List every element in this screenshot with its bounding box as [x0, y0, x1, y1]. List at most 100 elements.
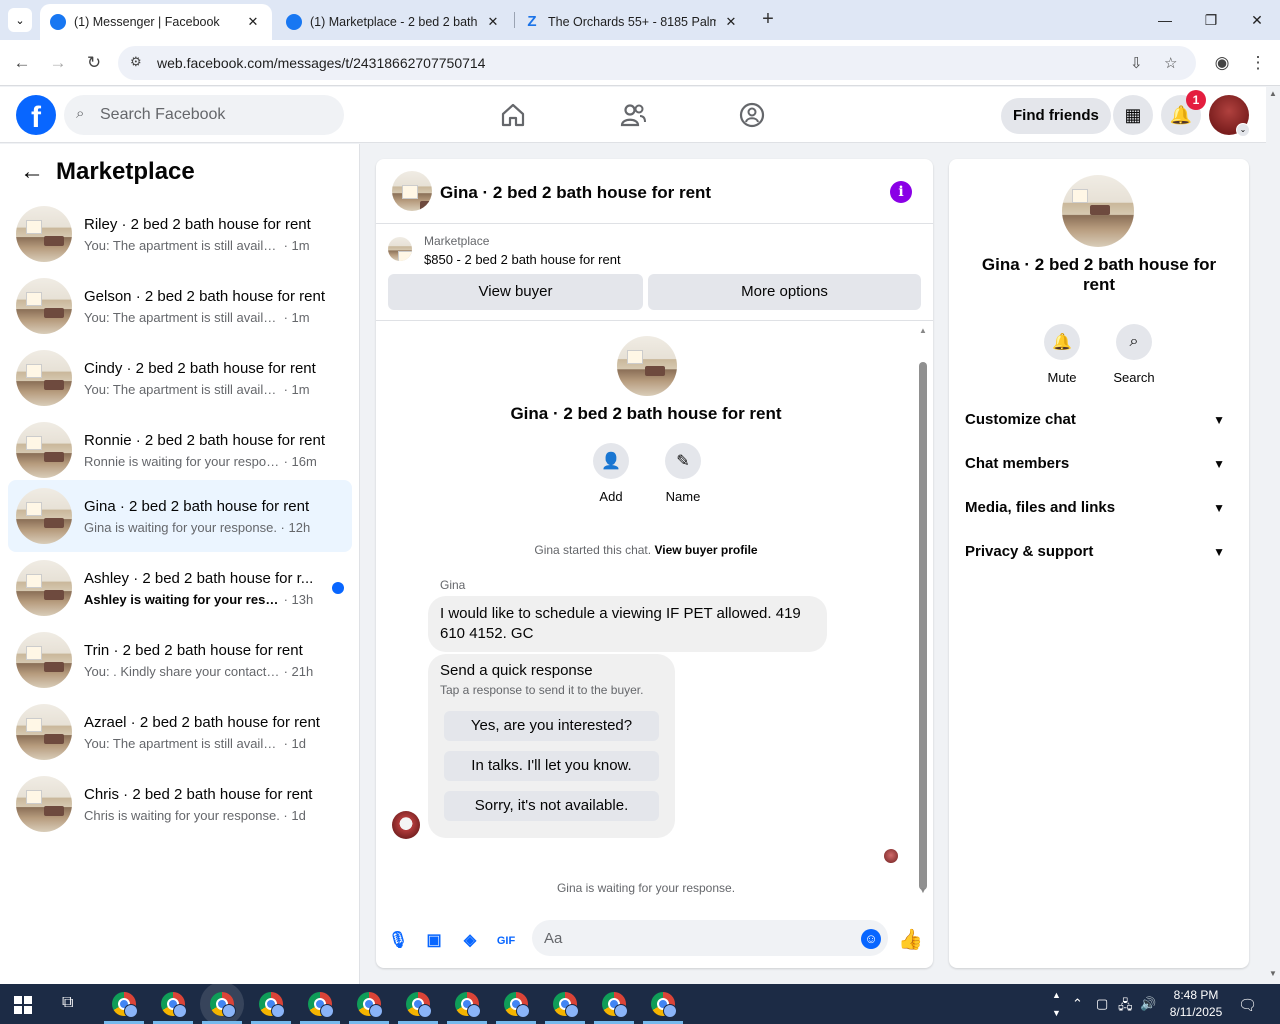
sticker-icon[interactable]: ◈ — [458, 929, 482, 953]
tab-search-button[interactable]: ⌄ — [8, 8, 32, 32]
tab-marketplace[interactable]: (1) Marketplace - 2 bed 2 bath h ✕ — [276, 4, 512, 40]
site-info-icon[interactable]: ⚙ — [130, 54, 142, 70]
scroll-up-icon[interactable]: ▲ — [919, 326, 927, 335]
pencil-icon[interactable]: ✎ — [665, 443, 701, 479]
back-icon[interactable]: ← — [9, 50, 35, 76]
windows-start-icon[interactable] — [14, 996, 32, 1014]
chat-scrollbar[interactable]: ▲ ▼ — [916, 324, 930, 899]
close-tab-icon[interactable]: ✕ — [484, 14, 502, 30]
url-text[interactable]: web.facebook.com/messages/t/243186627077… — [157, 55, 485, 71]
customize-chat-section[interactable]: Customize chat ▼ — [965, 400, 1233, 440]
taskbar-clock[interactable]: 8:48 PM 8/11/2025 — [1160, 987, 1232, 1021]
chrome-window-icon[interactable] — [406, 992, 432, 1018]
listing-price-title[interactable]: $850 - 2 bed 2 bath house for rent — [424, 252, 621, 267]
menu-kebab-icon[interactable]: ⋮ — [1245, 50, 1271, 76]
chrome-window-icon[interactable] — [602, 992, 628, 1018]
conversation-item-unread[interactable]: Ashley · 2 bed 2 bath house for r... Ash… — [8, 552, 352, 624]
task-view-icon[interactable]: ⧉ — [62, 994, 73, 1012]
new-tab-button[interactable]: + — [756, 8, 780, 32]
chrome-window-icon[interactable] — [553, 992, 579, 1018]
volume-icon[interactable]: 🔊 — [1140, 996, 1156, 1012]
mute-action[interactable]: 🔔 Mute — [1032, 324, 1092, 385]
photo-icon[interactable]: ▣ — [422, 929, 446, 953]
scroll-up-icon[interactable]: ▲ — [1269, 89, 1277, 98]
close-tab-icon[interactable]: ✕ — [722, 14, 740, 30]
chat-title[interactable]: Gina · 2 bed 2 bath house for rent — [440, 183, 711, 203]
back-arrow-icon[interactable]: ← — [20, 158, 44, 186]
chrome-window-icon[interactable] — [112, 992, 138, 1018]
conversation-item[interactable]: Gelson · 2 bed 2 bath house for rent You… — [8, 270, 352, 342]
chrome-window-icon[interactable] — [504, 992, 530, 1018]
facebook-logo-icon[interactable]: f — [16, 95, 56, 135]
quick-response-button[interactable]: Sorry, it's not available. — [444, 791, 659, 821]
chrome-window-icon[interactable] — [357, 992, 383, 1018]
install-app-icon[interactable]: ⇩ — [1130, 54, 1143, 72]
bell-icon[interactable]: 🔔 — [1044, 324, 1080, 360]
chat-avatar[interactable] — [392, 171, 432, 211]
groups-icon[interactable] — [738, 101, 766, 129]
chat-members-section[interactable]: Chat members ▼ — [965, 444, 1233, 484]
taskbar-scroll-icon[interactable]: ▲ ▼ — [1052, 986, 1061, 1022]
omnibox[interactable]: ⚙ web.facebook.com/messages/t/2431866270… — [118, 46, 1196, 80]
seen-indicator-avatar — [884, 849, 898, 863]
conversation-item[interactable]: Riley · 2 bed 2 bath house for rent You:… — [8, 198, 352, 270]
menu-grid-icon[interactable]: ▦ — [1113, 95, 1153, 135]
chrome-window-icon[interactable] — [651, 992, 677, 1018]
chrome-window-icon[interactable] — [210, 992, 236, 1018]
view-buyer-button[interactable]: View buyer — [388, 274, 643, 310]
quick-response-button[interactable]: Yes, are you interested? — [444, 711, 659, 741]
search-icon[interactable]: ⌕ — [1116, 324, 1152, 360]
facebook-search-input[interactable] — [100, 103, 330, 127]
search-action[interactable]: ⌕ Search — [1104, 324, 1164, 385]
name-action[interactable]: ✎ Name — [653, 443, 713, 504]
meet-now-icon[interactable]: ▢ — [1096, 996, 1108, 1012]
reload-icon[interactable]: ↻ — [81, 50, 107, 76]
restore-button[interactable]: ❐ — [1188, 0, 1234, 40]
chevron-down-icon: ▼ — [1213, 413, 1225, 427]
conversation-item-active[interactable]: Gina · 2 bed 2 bath house for rent Gina … — [8, 480, 352, 552]
view-buyer-profile-link[interactable]: View buyer profile — [654, 543, 757, 557]
message-input[interactable] — [532, 920, 888, 956]
facebook-search[interactable]: ⌕ — [64, 95, 344, 135]
conversation-item[interactable]: Azrael · 2 bed 2 bath house for rent You… — [8, 696, 352, 768]
more-options-button[interactable]: More options — [648, 274, 921, 310]
tab-orchards[interactable]: Z The Orchards 55+ - 8185 Palme ✕ — [514, 4, 750, 40]
friends-icon[interactable] — [619, 101, 647, 129]
chrome-window-icon[interactable] — [308, 992, 334, 1018]
network-icon[interactable]: 🖧 — [1118, 996, 1133, 1018]
gif-icon[interactable]: GIF — [494, 929, 518, 953]
close-window-button[interactable]: ✕ — [1234, 0, 1280, 40]
scroll-down-icon[interactable]: ▼ — [919, 886, 927, 895]
thumbs-up-icon[interactable]: 👍 — [898, 927, 923, 952]
home-icon[interactable] — [499, 101, 527, 129]
add-person-icon[interactable]: 👤 — [593, 443, 629, 479]
scrollbar-thumb[interactable] — [919, 362, 927, 890]
conversation-item[interactable]: Cindy · 2 bed 2 bath house for rent You:… — [8, 342, 352, 414]
bookmark-star-icon[interactable]: ☆ — [1164, 54, 1177, 72]
privacy-support-section[interactable]: Privacy & support ▼ — [965, 532, 1233, 572]
scroll-down-icon[interactable]: ▼ — [1269, 969, 1277, 978]
conversation-item[interactable]: Ronnie · 2 bed 2 bath house for rent Ron… — [8, 414, 352, 486]
chrome-window-icon[interactable] — [161, 992, 187, 1018]
forward-icon[interactable]: → — [45, 50, 71, 76]
chrome-window-icon[interactable] — [455, 992, 481, 1018]
chrome-window-icon[interactable] — [259, 992, 285, 1018]
action-center-icon[interactable]: 🗨 — [1238, 996, 1257, 1014]
microphone-icon[interactable]: 🎙 — [386, 929, 410, 953]
find-friends-button[interactable]: Find friends — [1001, 98, 1111, 134]
minimize-button[interactable]: — — [1142, 0, 1188, 40]
show-hidden-icons-icon[interactable]: ⌃ — [1072, 996, 1083, 1012]
emoji-icon[interactable]: ☺ — [861, 929, 881, 949]
conversation-item[interactable]: Trin · 2 bed 2 bath house for rent You: … — [8, 624, 352, 696]
media-files-links-section[interactable]: Media, files and links ▼ — [965, 488, 1233, 528]
chat-details-panel: Gina · 2 bed 2 bath house for rent 🔔 Mut… — [949, 159, 1249, 968]
account-chevron-icon[interactable]: ⌄ — [1236, 123, 1250, 137]
conversation-item[interactable]: Chris · 2 bed 2 bath house for rent Chri… — [8, 768, 352, 840]
info-icon[interactable]: i — [890, 181, 912, 203]
add-action[interactable]: 👤 Add — [581, 443, 641, 504]
quick-response-button[interactable]: In talks. I'll let you know. — [444, 751, 659, 781]
close-tab-icon[interactable]: ✕ — [244, 14, 262, 30]
profile-icon[interactable]: ◉ — [1209, 50, 1235, 76]
page-scrollbar[interactable]: ▲ ▼ — [1266, 87, 1280, 984]
tab-messenger[interactable]: (1) Messenger | Facebook ✕ — [40, 4, 272, 40]
